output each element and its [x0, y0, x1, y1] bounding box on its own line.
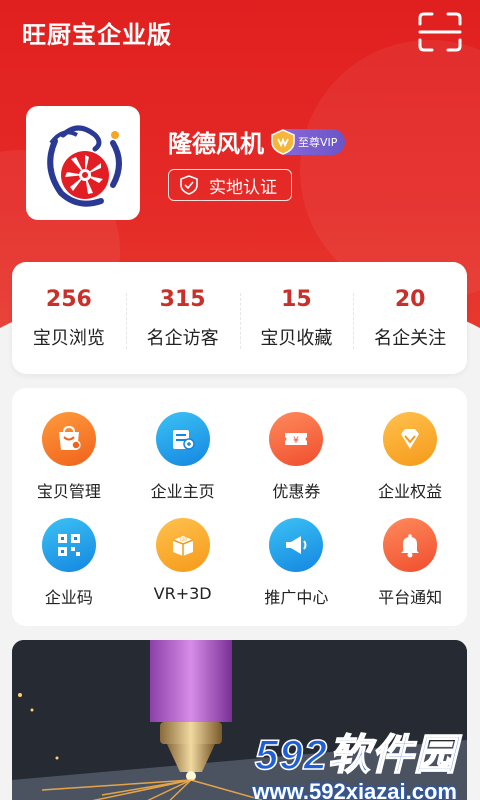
- bag-icon: [41, 412, 96, 466]
- feature-item-company-code[interactable]: 企业码: [12, 518, 126, 624]
- stat-value: 315: [159, 286, 206, 312]
- stat-label: 宝贝收藏: [260, 327, 333, 349]
- vip-badge[interactable]: 至尊VIP: [271, 128, 346, 155]
- stat-label: 宝贝浏览: [32, 327, 105, 349]
- qrcode-icon: [41, 518, 96, 572]
- stat-item-follows[interactable]: 20 名企关注: [353, 287, 467, 350]
- watermark-url: www.592xiazai.com: [252, 779, 457, 800]
- stat-item-views[interactable]: 256 宝贝浏览: [12, 287, 126, 350]
- feature-item-coupon[interactable]: ¥ 优惠券: [240, 412, 354, 518]
- stat-value: 20: [394, 286, 426, 312]
- verify-badge[interactable]: 实地认证: [168, 169, 292, 201]
- homepage-icon: [155, 412, 210, 466]
- feature-label: 推广中心: [264, 588, 329, 607]
- coupon-icon: ¥: [269, 412, 324, 466]
- stat-label: 名企关注: [374, 327, 447, 349]
- svg-text:720: 720: [179, 537, 187, 542]
- vip-label: 至尊VIP: [298, 135, 338, 149]
- top-bar: 旺厨宝企业版: [0, 0, 480, 64]
- diamond-icon: [383, 412, 438, 466]
- app-title: 旺厨宝企业版: [22, 20, 172, 49]
- feature-item-promotion[interactable]: 推广中心: [240, 518, 354, 624]
- feature-label: 优惠券: [272, 482, 321, 501]
- company-name: 隆德风机: [168, 130, 264, 158]
- bell-icon: [383, 518, 438, 572]
- feature-item-product-manage[interactable]: 宝贝管理: [12, 412, 126, 518]
- fan-logo-icon: [47, 125, 122, 207]
- feature-label: 企业主页: [150, 482, 215, 501]
- feature-item-rights[interactable]: 企业权益: [353, 412, 467, 518]
- feature-item-company-home[interactable]: 企业主页: [126, 412, 240, 518]
- stat-item-visitors[interactable]: 315 名企访客: [125, 286, 240, 350]
- scan-button[interactable]: [418, 12, 462, 52]
- feature-item-notification[interactable]: 平台通知: [353, 518, 467, 624]
- shield-check-icon: [180, 175, 198, 195]
- stat-value: 256: [45, 286, 92, 312]
- feature-grid: 宝贝管理 企业主页 ¥ 优惠券 企业权益 企业码 720 VR+3D 推广中心: [12, 388, 467, 626]
- stat-value: 15: [281, 286, 312, 312]
- feature-label: 宝贝管理: [36, 482, 101, 501]
- feature-label: 平台通知: [378, 588, 443, 607]
- watermark-brand: 592软件园: [254, 731, 457, 779]
- watermark: 592软件园 www.592xiazai.com: [252, 731, 457, 800]
- vr-icon: 720: [155, 518, 210, 572]
- stat-item-favorites[interactable]: 15 宝贝收藏: [239, 286, 354, 350]
- feature-label: 企业权益: [378, 482, 443, 501]
- company-logo: [26, 106, 140, 220]
- feature-label: VR+3D: [153, 584, 212, 603]
- scan-icon: [418, 12, 462, 52]
- feature-label: 企业码: [44, 588, 93, 607]
- stats-card: 256 宝贝浏览 315 名企访客 15 宝贝收藏 20 名企关注: [12, 262, 467, 374]
- verify-label: 实地认证: [209, 177, 277, 198]
- stat-label: 名企访客: [146, 327, 219, 349]
- vip-shield-icon: [271, 128, 295, 155]
- svg-text:¥: ¥: [294, 436, 300, 446]
- promo-banner[interactable]: 592软件园 www.592xiazai.com: [12, 640, 467, 800]
- company-profile[interactable]: 隆德风机 至尊VIP 实地认证: [26, 106, 346, 220]
- feature-item-vr3d[interactable]: 720 VR+3D: [126, 518, 240, 624]
- megaphone-icon: [269, 518, 324, 572]
